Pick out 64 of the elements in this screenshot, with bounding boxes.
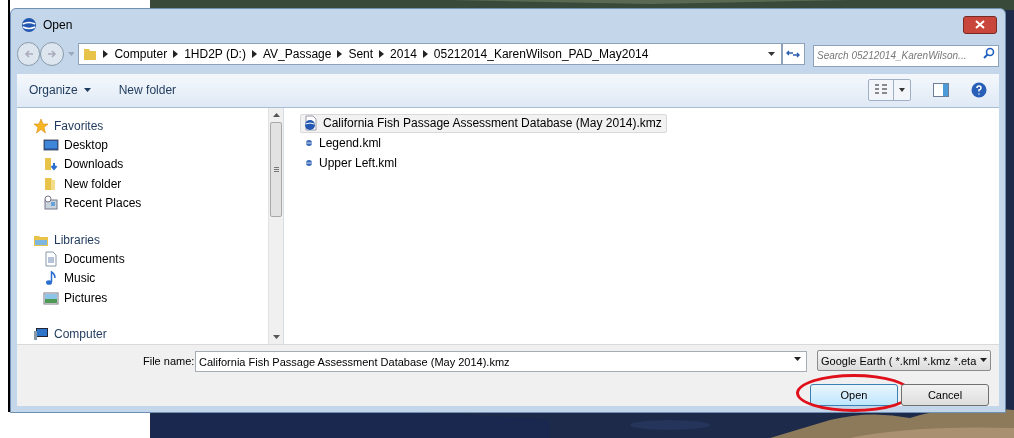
breadcrumb[interactable]: Computer bbox=[114, 45, 168, 64]
breadcrumb-arrow-icon[interactable] bbox=[173, 50, 179, 59]
file-type-dropdown[interactable]: Google Earth ( *.kml *.kmz *.eta bbox=[817, 350, 991, 372]
sidebar-item[interactable]: Documents bbox=[33, 250, 268, 268]
sidebar-item[interactable]: Downloads bbox=[33, 156, 268, 173]
breadcrumb-arrow-icon[interactable] bbox=[422, 50, 428, 59]
file-item[interactable]: California Fish Passage Assessment Database (May 2014).kmz bbox=[300, 113, 667, 133]
dialog-button[interactable]: Open bbox=[810, 384, 898, 406]
breadcrumb[interactable]: 1HD2P (D:) bbox=[184, 45, 246, 64]
scroll-thumb[interactable] bbox=[270, 121, 282, 217]
breadcrumb-arrow-icon[interactable] bbox=[103, 50, 109, 59]
file-name-field[interactable]: California Fish Passage Assessment Database (May 2014).kmz bbox=[195, 351, 807, 373]
sidebar-group[interactable]: Libraries bbox=[33, 231, 268, 248]
file-item[interactable]: Legend.kml bbox=[300, 133, 387, 153]
dialog-button[interactable]: Cancel bbox=[901, 384, 989, 406]
dropdown-caret-icon bbox=[767, 51, 775, 57]
folder-icon bbox=[83, 47, 98, 62]
window-title: Open bbox=[43, 16, 73, 34]
breadcrumb[interactable]: AV_Passage bbox=[262, 45, 332, 64]
scrollbar[interactable] bbox=[268, 107, 283, 344]
refresh-icon bbox=[786, 49, 801, 60]
dropdown-caret-icon bbox=[980, 358, 987, 364]
file-name-label: File name: bbox=[143, 353, 195, 369]
toolbar-button[interactable]: New folder bbox=[118, 81, 177, 100]
search-field[interactable]: Search 05212014_KarenWilson... bbox=[813, 44, 999, 67]
breadcrumb-arrow-icon[interactable] bbox=[251, 50, 257, 59]
sidebar-group[interactable]: Computer bbox=[33, 326, 268, 343]
breadcrumb[interactable]: 2014 bbox=[390, 45, 417, 64]
computer-icon bbox=[33, 326, 49, 343]
dropdown-caret-icon bbox=[83, 87, 91, 93]
dropdown-caret-icon bbox=[794, 356, 801, 362]
star-icon bbox=[33, 117, 49, 134]
sidebar-item[interactable]: Music bbox=[33, 270, 268, 287]
sidebar-item[interactable]: Recent Places bbox=[33, 195, 268, 212]
document-icon bbox=[43, 250, 59, 267]
monitor-icon bbox=[43, 136, 59, 153]
sidebar-item[interactable]: Pictures bbox=[33, 289, 268, 307]
grip-icon bbox=[273, 166, 279, 172]
music-note-icon bbox=[43, 270, 59, 287]
sidebar-group[interactable]: Favorites bbox=[33, 117, 268, 134]
globe-document-icon bbox=[303, 115, 319, 132]
search-icon bbox=[983, 47, 995, 60]
file-item[interactable]: Upper Left.kml bbox=[300, 153, 403, 173]
picture-icon bbox=[43, 289, 59, 306]
globe-icon bbox=[21, 16, 37, 33]
breadcrumb[interactable]: 05212014_KarenWilson_PAD_May2014 bbox=[433, 45, 649, 64]
dropdown-caret-icon bbox=[67, 51, 75, 57]
breadcrumb[interactable]: Sent bbox=[348, 45, 374, 64]
close-icon bbox=[975, 20, 985, 30]
help-icon[interactable] bbox=[971, 82, 987, 99]
toolbar-button[interactable]: Organize bbox=[29, 81, 91, 100]
sidebar-item[interactable]: New folder bbox=[33, 175, 268, 193]
sidebar-item[interactable]: Desktop bbox=[33, 136, 268, 154]
download-folder-icon bbox=[43, 156, 59, 173]
preview-pane-icon[interactable] bbox=[933, 83, 949, 98]
breadcrumb-arrow-icon[interactable] bbox=[379, 50, 385, 59]
view-options-button[interactable] bbox=[868, 79, 911, 102]
refresh-button[interactable] bbox=[781, 43, 805, 66]
address-bar[interactable]: Computer 1HD2P (D:) AV_Passage Sent 2014 05212014_KarenWilson_PAD_May2014 bbox=[78, 43, 782, 66]
recent-places-icon bbox=[43, 195, 59, 212]
back-arrow-icon bbox=[23, 49, 34, 60]
breadcrumb-arrow-icon[interactable] bbox=[337, 50, 343, 59]
forward-arrow-icon bbox=[47, 49, 57, 60]
close-button[interactable] bbox=[963, 15, 997, 34]
